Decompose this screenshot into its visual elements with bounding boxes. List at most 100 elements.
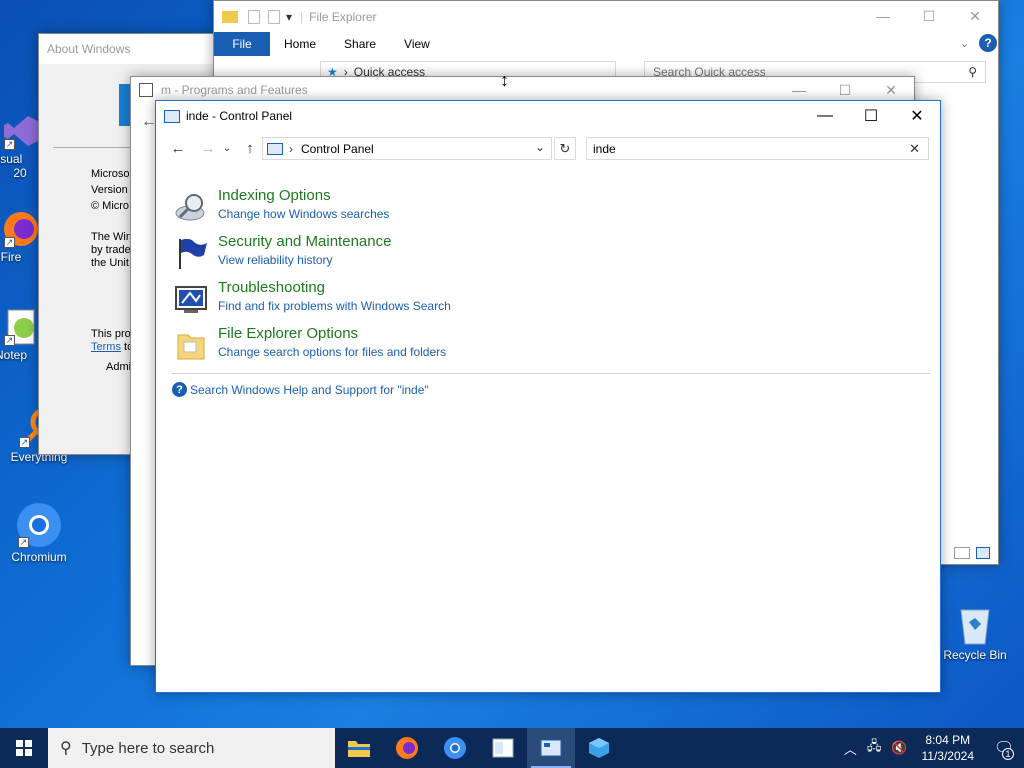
desktop-icon-label: Visual: [0, 152, 23, 166]
result-title[interactable]: Indexing Options: [218, 187, 331, 204]
terms-link[interactable]: Terms: [91, 341, 121, 353]
new-folder-icon[interactable]: [268, 9, 280, 24]
chromium-icon: [444, 737, 466, 759]
control-panel-small-icon: [267, 142, 283, 155]
taskbar-dev-tool[interactable]: [575, 728, 623, 768]
notification-count: 1: [1002, 748, 1014, 760]
minimize-button[interactable]: —: [802, 101, 848, 131]
taskbar-control-panel[interactable]: [527, 728, 575, 768]
desktop-icon-firefox[interactable]: ↗ Fire: [0, 210, 42, 264]
desktop-icon-visual-studio[interactable]: ↗ Visual20: [0, 112, 42, 180]
back-arrow-icon[interactable]: ←: [166, 136, 190, 160]
address-text: Control Panel: [301, 141, 374, 156]
result-link[interactable]: Change search options for files and fold…: [218, 345, 446, 359]
chevron-up-icon[interactable]: ︿: [844, 739, 857, 758]
maximize-button[interactable]: ☐: [906, 1, 952, 31]
taskbar: ⚲ Type here to search ︿ 🖧 🔇 8:04 PM 11/3…: [0, 728, 1024, 768]
result-title[interactable]: File Explorer Options: [218, 325, 358, 342]
programs-icon: [492, 738, 514, 758]
about-line: by trade: [91, 244, 131, 256]
taskbar-firefox[interactable]: [383, 728, 431, 768]
about-line: This pro: [91, 328, 131, 340]
ribbon-expand-icon[interactable]: ⌄: [960, 37, 969, 50]
tab-file[interactable]: File: [214, 32, 270, 56]
maximize-button[interactable]: ☐: [848, 101, 894, 131]
system-tray: ︿ 🖧 🔇 8:04 PM 11/3/2024 🗨 1: [844, 728, 1024, 768]
firefox-icon: ↗: [2, 210, 40, 248]
result-link[interactable]: Change how Windows searches: [218, 207, 389, 221]
about-line: Admi: [106, 361, 132, 373]
resize-cursor-icon: ↕: [500, 70, 509, 90]
about-line: Version: [91, 184, 128, 196]
properties-icon[interactable]: [248, 9, 260, 24]
programs-icon: [139, 83, 153, 97]
result-item-indexing-options: Indexing Options Change how Windows sear…: [174, 187, 674, 227]
ribbon-tabs: File Home Share View: [214, 32, 998, 56]
folder-options-icon: [174, 329, 208, 361]
folder-icon: [348, 741, 370, 757]
notifications-button[interactable]: 🗨 1: [984, 728, 1024, 768]
indexing-options-icon: [174, 191, 208, 223]
chevron-down-icon[interactable]: ⌄: [535, 140, 545, 154]
close-button[interactable]: ✕: [894, 101, 940, 131]
taskbar-search-placeholder: Type here to search: [81, 739, 215, 757]
clear-search-icon[interactable]: ✕: [909, 141, 920, 157]
firefox-icon: [396, 737, 418, 759]
network-icon[interactable]: 🖧: [867, 737, 882, 759]
desktop-icon-chromium[interactable]: ↗ Chromium: [1, 502, 77, 564]
forward-arrow-icon[interactable]: →: [196, 136, 220, 160]
up-arrow-icon[interactable]: ↑: [238, 136, 262, 160]
clock-date: 11/3/2024: [921, 749, 975, 763]
desktop-icon-notepadpp[interactable]: ↗ Notep: [0, 308, 42, 362]
clock[interactable]: 8:04 PM 11/3/2024: [912, 732, 985, 764]
taskbar-search-box[interactable]: ⚲ Type here to search: [48, 728, 335, 768]
visual-studio-icon: ↗: [2, 112, 40, 150]
refresh-button[interactable]: ↻: [554, 137, 576, 160]
clock-time: 8:04 PM: [925, 733, 971, 747]
folder-icon: [222, 10, 238, 23]
windows-logo-icon: [16, 740, 32, 756]
desktop-icon-label: Fire: [0, 250, 22, 264]
troubleshooting-icon: [174, 283, 208, 315]
desktop-icon-label: Notep: [0, 348, 28, 362]
result-title[interactable]: Troubleshooting: [218, 279, 325, 296]
taskbar-file-explorer[interactable]: [335, 728, 383, 768]
customize-dropdown-icon[interactable]: ▾: [286, 10, 292, 24]
search-value: inde: [593, 141, 616, 156]
result-link[interactable]: View reliability history: [218, 253, 333, 267]
taskbar-programs[interactable]: [479, 728, 527, 768]
help-search-link[interactable]: ? Search Windows Help and Support for "i…: [172, 382, 429, 397]
volume-muted-icon[interactable]: 🔇: [891, 740, 907, 756]
window-title: About Windows: [47, 42, 131, 56]
notepadpp-icon: ↗: [2, 308, 40, 346]
control-panel-icon: [540, 739, 562, 757]
details-view-icon[interactable]: [954, 547, 970, 559]
about-windows-titlebar[interactable]: About Windows: [39, 34, 237, 64]
desktop-icon-recycle-bin[interactable]: Recycle Bin: [937, 602, 1013, 662]
help-link-text[interactable]: Search Windows Help and Support for "ind…: [190, 383, 429, 397]
result-link[interactable]: Find and fix problems with Windows Searc…: [218, 299, 451, 313]
start-button[interactable]: [0, 728, 48, 768]
desktop-icon-label: 20: [13, 166, 27, 180]
window-title: inde - Control Panel: [186, 109, 293, 123]
recent-locations-icon[interactable]: ⌄: [220, 136, 234, 160]
about-line: The Win: [91, 231, 132, 243]
desktop-icon-label: Recycle Bin: [943, 648, 1007, 662]
result-item-security-maintenance: Security and Maintenance View reliabilit…: [174, 233, 674, 273]
address-bar[interactable]: › Control Panel ⌄: [262, 137, 552, 160]
taskbar-chromium[interactable]: [431, 728, 479, 768]
desktop-icon-label: Chromium: [11, 550, 67, 564]
large-icons-view-icon[interactable]: [976, 547, 990, 559]
control-panel-window[interactable]: inde - Control Panel — ☐ ✕ ← → ⌄ ↑ › Con…: [155, 100, 941, 693]
tab-home[interactable]: Home: [284, 37, 316, 51]
result-title[interactable]: Security and Maintenance: [218, 233, 391, 250]
window-title: m - Programs and Features: [161, 83, 308, 97]
tab-share[interactable]: Share: [344, 37, 376, 51]
search-input[interactable]: inde ✕: [586, 137, 929, 160]
help-icon[interactable]: ?: [979, 34, 997, 52]
control-panel-icon: [164, 109, 180, 123]
tab-view[interactable]: View: [404, 37, 430, 51]
close-button[interactable]: ✕: [952, 1, 998, 31]
minimize-button[interactable]: —: [860, 1, 906, 31]
about-line: © Micro: [91, 200, 130, 212]
